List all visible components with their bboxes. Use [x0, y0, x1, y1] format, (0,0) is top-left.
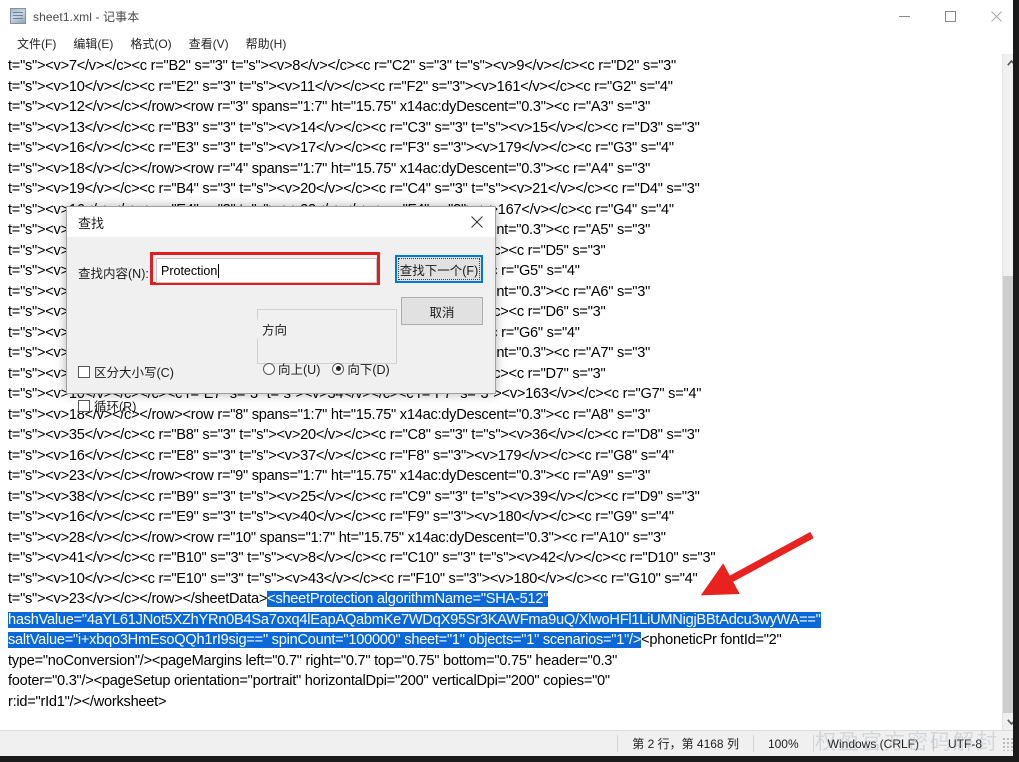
radio-direction-up[interactable]: 向上(U) [263, 359, 320, 378]
window-edge-right [1013, 0, 1019, 762]
text-line: t="s"><v>12</v></c></row><row r="3" span… [8, 99, 651, 115]
find-next-button[interactable]: 查找下一个(F) [395, 255, 483, 283]
text-line: r:id="rId1"/></worksheet> [8, 693, 167, 710]
menu-help[interactable]: 帮助(H) [238, 33, 296, 54]
radio-down-label: 向下(D) [347, 363, 390, 377]
window-edge-bottom [0, 756, 1019, 762]
text-line: hashValue="4aYL61JNot5XZhYRn0B4Sa7oxq4lE… [8, 610, 992, 631]
checkbox-match-case-label: 区分大小写(C) [94, 366, 174, 380]
find-dialog-close-icon[interactable] [459, 207, 495, 237]
checkbox-match-case-icon [78, 365, 90, 378]
text-run: <phoneticPr fontId="2" [641, 632, 782, 648]
checkbox-wrap-around[interactable]: 循环(R) [78, 396, 136, 415]
checkbox-wrap-around-icon [78, 399, 90, 412]
menu-bar: 文件(F) 编辑(E) 格式(O) 查看(V) 帮助(H) [0, 32, 1019, 54]
text-line: saltValue="i+xbqo3HmEsoQQh1rI9sig==" spi… [8, 630, 992, 651]
text-line: t="s"><v>13</v></c><c r="B3" s="3" t="s"… [8, 119, 700, 136]
selected-text: saltValue="i+xbqo3HmEsoQQh1rI9sig==" spi… [8, 632, 642, 648]
window-title: sheet1.xml - 记事本 [33, 9, 140, 24]
text-line: t="s"><v>38</v></c><c r="B9" s="3" t="s"… [8, 488, 700, 505]
find-dialog-titlebar: 查找 [67, 207, 495, 237]
notepad-icon [10, 8, 26, 24]
text-line: t="s"><v>23</v></c></row><row r="9" span… [8, 468, 651, 484]
find-what-label: 查找内容(N): [78, 267, 149, 281]
text-line: t="s"><v>10</v></c><c r="E2" s="3" t="s"… [8, 78, 673, 95]
text-line: t="s"><v>16</v></c><c r="E3" s="3" t="s"… [8, 140, 674, 156]
status-zoom-level[interactable]: 100% [752, 735, 813, 752]
find-input-highlight-box: Protection [150, 252, 380, 285]
minimize-button[interactable] [881, 0, 927, 32]
title-bar: sheet1.xml - 记事本 [0, 0, 1019, 32]
status-cursor-position: 第 2 行，第 4168 列 [617, 735, 753, 752]
checkbox-wrap-around-label: 循环(R) [94, 400, 137, 414]
status-bar: 第 2 行，第 4168 列 100% Windows (CRLF) UTF-8 [0, 730, 1019, 756]
find-input[interactable]: Protection [156, 258, 377, 283]
find-dialog-body: 查找内容(N): Protection 查找下一个(F) 取消 方向 向上(U)… [67, 237, 495, 414]
find-input-value: Protection [161, 263, 218, 278]
text-line: t="s"><v>7</v></c><c r="B2" s="3" t="s">… [8, 58, 676, 74]
text-run: t="s"><v>23</v></c></row></sheetData> [8, 591, 268, 607]
direction-group-label: 方向 [257, 319, 293, 339]
selected-text: hashValue="4aYL61JNot5XZhYRn0B4Sa7oxq4lE… [8, 611, 821, 628]
menu-file[interactable]: 文件(F) [9, 33, 65, 54]
text-line: t="s"><v>16</v></c><c r="E9" s="3" t="s"… [8, 509, 674, 525]
status-line-ending: Windows (CRLF) [812, 735, 933, 752]
text-line: t="s"><v>23</v></c></row></sheetData><sh… [8, 589, 992, 610]
radio-down-icon [332, 362, 345, 375]
text-line: footer="0.3"/><pageSetup orientation="po… [8, 673, 610, 689]
find-dialog-title: 查找 [78, 215, 105, 231]
text-line: t="s"><v>16</v></c><c r="E8" s="3" t="s"… [8, 447, 674, 464]
radio-up-label: 向上(U) [278, 363, 321, 377]
text-line: type="noConversion"/><pageMargins left="… [8, 652, 618, 669]
cancel-button[interactable]: 取消 [401, 297, 483, 325]
text-line: t="s"><v>18</v></c></row><row r="8" span… [8, 406, 651, 423]
maximize-button[interactable] [927, 0, 973, 32]
window-controls [881, 0, 1019, 32]
find-dialog: 查找 查找内容(N): Protection 查找下一个(F) 取消 方向 向上… [66, 206, 496, 414]
text-line: t="s"><v>10</v></c><c r="E10" s="3" t="s… [8, 570, 698, 587]
text-line: t="s"><v>28</v></c></row><row r="10" spa… [8, 529, 666, 546]
selected-text: <sheetProtection algorithmName="SHA-512" [267, 591, 549, 607]
direction-radio-row: 向上(U) 向下(D) [263, 359, 390, 378]
text-line: t="s"><v>19</v></c><c r="B4" s="3" t="s"… [8, 181, 700, 197]
menu-edit[interactable]: 编辑(E) [65, 33, 122, 54]
text-line: t="s"><v>35</v></c><c r="B8" s="3" t="s"… [8, 427, 700, 443]
menu-view[interactable]: 查看(V) [181, 33, 238, 54]
text-line: t="s"><v>41</v></c><c r="B10" s="3" t="s… [8, 550, 716, 566]
radio-up-icon [263, 362, 275, 375]
text-line: t="s"><v>18</v></c></row><row r="4" span… [8, 160, 651, 177]
menu-format[interactable]: 格式(O) [122, 33, 180, 54]
status-encoding: UTF-8 [933, 735, 996, 752]
radio-direction-down[interactable]: 向下(D) [332, 359, 390, 378]
text-caret [218, 263, 220, 278]
notepad-window: sheet1.xml - 记事本 文件(F) 编辑(E) 格式(O) 查看(V)… [0, 0, 1019, 762]
checkbox-match-case[interactable]: 区分大小写(C) [78, 362, 174, 381]
